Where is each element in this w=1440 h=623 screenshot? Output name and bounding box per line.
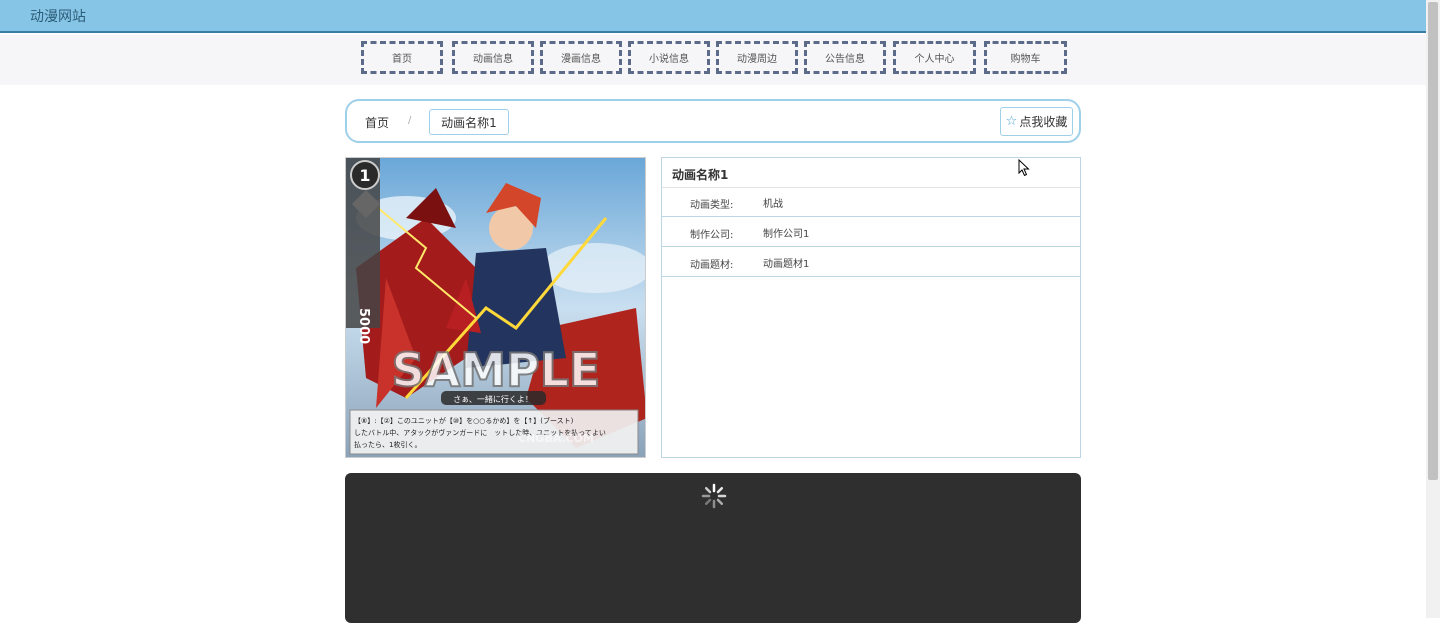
detail-value: 动画题材1 bbox=[763, 259, 810, 270]
detail-key: 制作公司: bbox=[690, 230, 734, 241]
detail-value: 机战 bbox=[763, 199, 783, 210]
sample-watermark: SAMPLE bbox=[392, 343, 601, 397]
card-quote: さぁ、一緒に行くよ！ bbox=[453, 394, 533, 404]
nav-merch[interactable]: 动漫周边 bbox=[716, 41, 798, 74]
detail-key: 动画题材: bbox=[690, 260, 734, 271]
card-power: 5000 bbox=[356, 308, 371, 344]
nav-novel-info[interactable]: 小说信息 bbox=[628, 41, 710, 74]
top-header-bar: 动漫网站 bbox=[0, 0, 1426, 33]
nav-cart[interactable]: 购物车 bbox=[984, 41, 1067, 74]
nav-personal-center[interactable]: 个人中心 bbox=[893, 41, 976, 74]
card-cost: 1 bbox=[359, 166, 370, 185]
anime-detail-panel: 动画名称1 动画类型: 机战 制作公司: 制作公司1 动画题材: 动画题材1 bbox=[661, 157, 1081, 458]
detail-key: 动画类型: bbox=[690, 200, 734, 211]
detail-row-type: 动画类型: 机战 bbox=[662, 187, 1080, 217]
breadcrumb-current[interactable]: 动画名称1 bbox=[429, 109, 509, 135]
nav-manga-info[interactable]: 漫画信息 bbox=[540, 41, 622, 74]
detail-row-theme: 动画题材: 动画题材1 bbox=[662, 247, 1080, 277]
loading-spinner-icon bbox=[701, 483, 727, 509]
video-player[interactable] bbox=[345, 473, 1081, 623]
nav-anime-info[interactable]: 动画信息 bbox=[452, 41, 534, 74]
nav-announcements[interactable]: 公告信息 bbox=[804, 41, 886, 74]
detail-row-studio: 制作公司: 制作公司1 bbox=[662, 217, 1080, 247]
scrollbar-thumb[interactable] bbox=[1428, 2, 1438, 480]
nav-home[interactable]: 首页 bbox=[361, 41, 443, 74]
detail-value: 制作公司1 bbox=[763, 229, 810, 240]
card-text-line3: 払ったら、1枚引く。 bbox=[354, 440, 421, 449]
site-watermark: CNGBA.COM bbox=[518, 432, 594, 445]
breadcrumb-home-link[interactable]: 首页 bbox=[365, 114, 389, 131]
mouse-cursor-icon bbox=[1018, 159, 1030, 177]
favorite-button-label: 点我收藏 bbox=[1019, 115, 1068, 129]
breadcrumb: 首页 / 动画名称1 ☆ 点我收藏 bbox=[345, 99, 1081, 143]
main-nav: 首页 动画信息 漫画信息 小说信息 动漫周边 公告信息 个人中心 购物车 bbox=[0, 35, 1426, 85]
star-icon: ☆ bbox=[1005, 114, 1018, 129]
site-title[interactable]: 动漫网站 bbox=[30, 6, 86, 26]
anime-cover-image: 1 5000 SAMPLE さぁ、一緒に行くよ！ 【⑧】:【②】このユニットが【… bbox=[345, 157, 646, 458]
favorite-button[interactable]: ☆ 点我收藏 bbox=[1000, 107, 1073, 136]
card-text-line1: 【⑧】:【②】このユニットが【⑩】を○○るかめ】を【↑】(ブースト) bbox=[354, 416, 574, 425]
breadcrumb-separator: / bbox=[408, 115, 412, 126]
